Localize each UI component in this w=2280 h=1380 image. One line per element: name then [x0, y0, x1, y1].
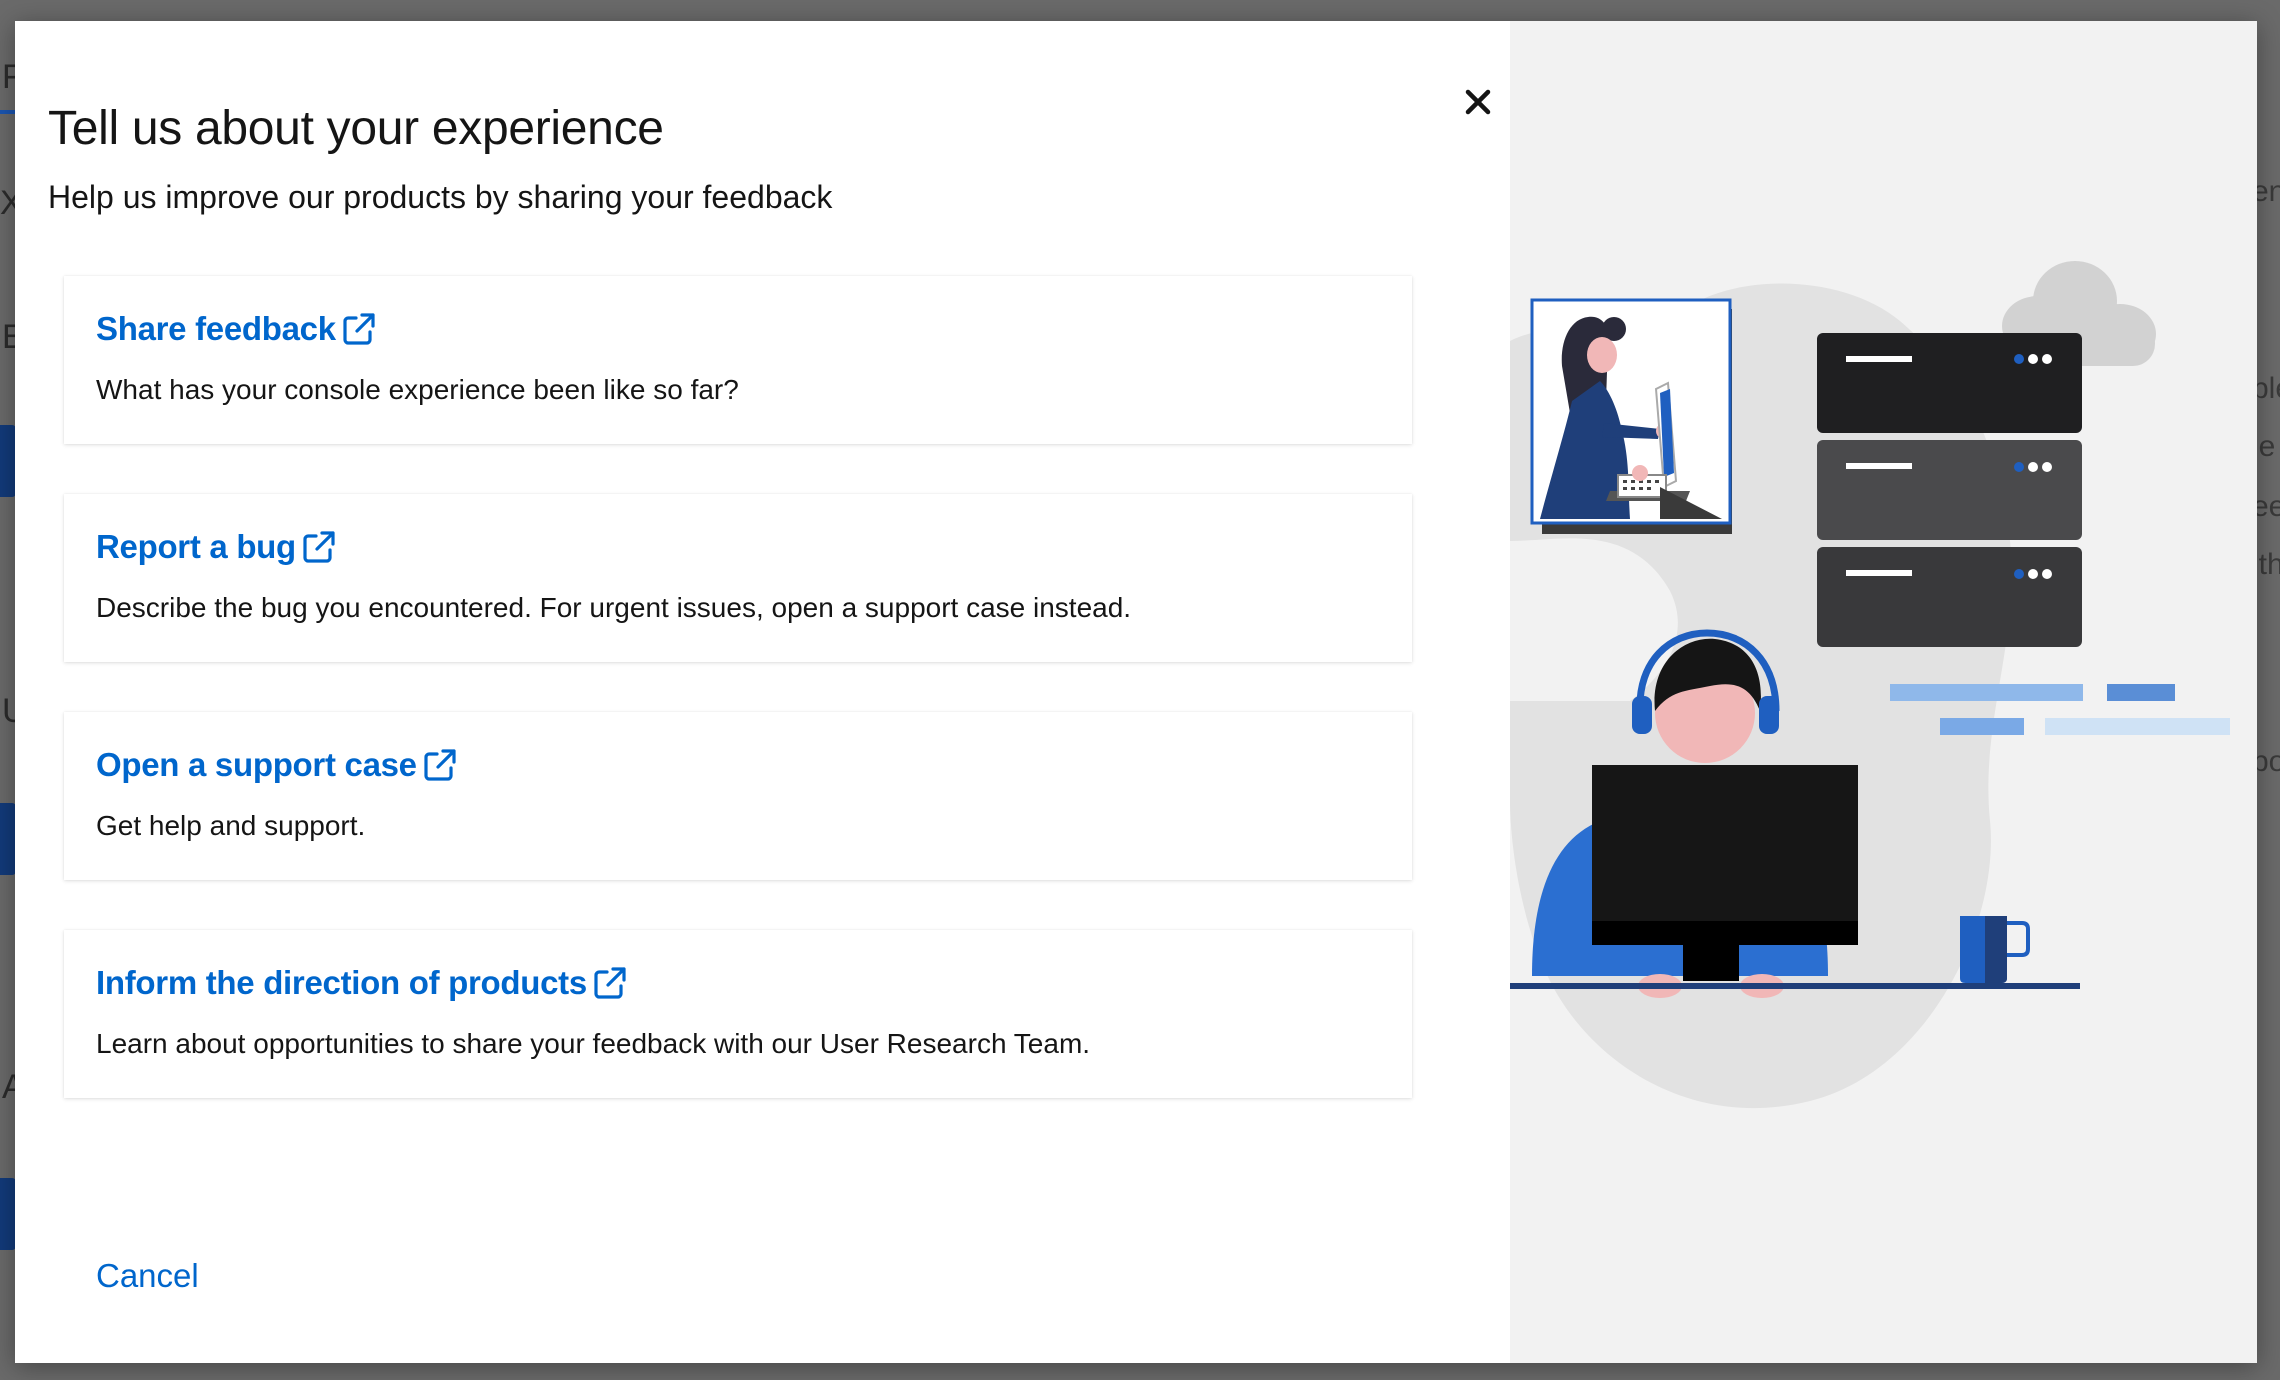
card-description: What has your console experience been li…: [96, 374, 739, 405]
external-link-icon: [424, 749, 456, 781]
inform-direction-link[interactable]: Inform the direction of products: [96, 964, 627, 1002]
report-bug-link[interactable]: Report a bug: [96, 528, 336, 566]
card-link-label: Open a support case: [96, 746, 417, 783]
background-button: [0, 1178, 16, 1250]
card-open-support-case[interactable]: Open a support case Get help and support…: [64, 712, 1412, 880]
external-link-icon: [343, 313, 375, 345]
background-button: [0, 803, 16, 875]
card-description: Get help and support.: [96, 810, 366, 841]
close-icon: [1465, 89, 1491, 115]
share-feedback-link[interactable]: Share feedback: [96, 310, 376, 348]
external-link-icon: [594, 967, 626, 999]
illustration-panel: [1510, 21, 2257, 1363]
external-link-icon: [303, 531, 335, 563]
open-support-case-link[interactable]: Open a support case: [96, 746, 457, 784]
card-report-bug[interactable]: Report a bug Describe the bug you encoun…: [64, 494, 1412, 662]
card-description: Learn about opportunities to share your …: [96, 1028, 1091, 1059]
modal-title: Tell us about your experience: [48, 102, 664, 155]
feedback-modal: Tell us about your experience Help us im…: [15, 21, 2257, 1363]
cancel-button[interactable]: Cancel: [96, 1257, 199, 1295]
close-button[interactable]: [1455, 79, 1501, 125]
card-share-feedback[interactable]: Share feedback What has your console exp…: [64, 276, 1412, 444]
card-link-label: Inform the direction of products: [96, 964, 587, 1001]
background-button: [0, 425, 16, 497]
support-illustration: [1510, 261, 2230, 1109]
card-link-label: Report a bug: [96, 528, 296, 565]
card-link-label: Share feedback: [96, 310, 336, 347]
card-inform-direction[interactable]: Inform the direction of products Learn a…: [64, 930, 1412, 1098]
card-description: Describe the bug you encountered. For ur…: [96, 592, 1132, 623]
modal-subtitle: Help us improve our products by sharing …: [48, 179, 833, 215]
